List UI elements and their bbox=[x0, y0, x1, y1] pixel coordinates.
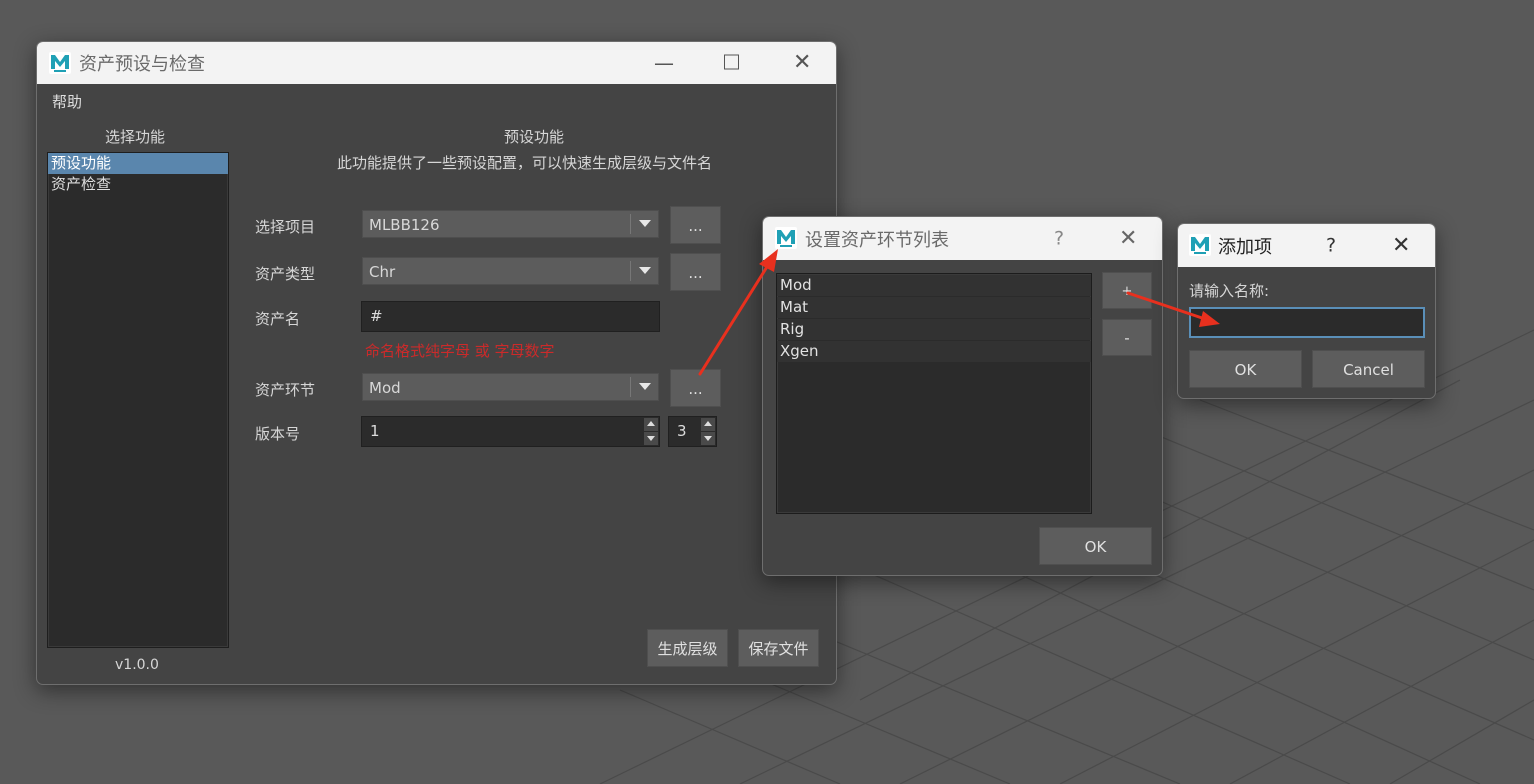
function-list-item-check[interactable]: 资产检查 bbox=[48, 174, 228, 195]
add-dialog-titlebar[interactable]: 添加项 ? ✕ bbox=[1178, 224, 1435, 267]
stage-list-item[interactable]: Xgen bbox=[777, 341, 1091, 362]
asset-stage-dropdown[interactable]: Mod bbox=[362, 373, 659, 401]
spin-down-icon[interactable] bbox=[644, 432, 658, 445]
close-icon[interactable]: ✕ bbox=[1392, 234, 1410, 257]
stage-ok-button[interactable]: OK bbox=[1039, 527, 1152, 565]
chevron-down-icon bbox=[630, 261, 658, 281]
stage-list-item[interactable]: Mod bbox=[777, 275, 1091, 296]
project-value: MLBB126 bbox=[369, 216, 440, 234]
maximize-icon[interactable] bbox=[724, 54, 739, 70]
sidebar-header: 选择功能 bbox=[105, 128, 166, 146]
stage-list-item[interactable]: Mat bbox=[777, 297, 1091, 318]
help-icon[interactable]: ? bbox=[1054, 229, 1064, 248]
add-item-dialog: 添加项 ? ✕ 请输入名称: OK Cancel bbox=[1177, 223, 1436, 399]
name-input[interactable] bbox=[1189, 307, 1425, 338]
asset-stage-label: 资产环节 bbox=[255, 381, 316, 399]
maya-logo-icon bbox=[775, 227, 797, 249]
project-more-button[interactable]: ... bbox=[670, 206, 721, 244]
stage-dialog-title: 设置资产环节列表 bbox=[805, 229, 949, 251]
asset-type-dropdown[interactable]: Chr bbox=[362, 257, 659, 285]
project-label: 选择项目 bbox=[255, 218, 316, 236]
close-icon[interactable]: ✕ bbox=[1119, 227, 1137, 250]
add-ok-button[interactable]: OK bbox=[1189, 350, 1302, 388]
stage-list-item[interactable]: Rig bbox=[777, 319, 1091, 340]
spin-down-icon[interactable] bbox=[701, 432, 715, 445]
version-number-label: 版本号 bbox=[255, 425, 301, 443]
panel-title: 预设功能 bbox=[504, 128, 565, 146]
add-dialog-title: 添加项 bbox=[1218, 236, 1272, 258]
version-major-stepper[interactable] bbox=[643, 417, 659, 446]
asset-stage-value: Mod bbox=[369, 379, 401, 397]
stage-list[interactable]: Mod Mat Rig Xgen bbox=[776, 273, 1092, 514]
asset-name-hint: 命名格式纯字母 或 字母数字 bbox=[365, 342, 555, 360]
spin-up-icon[interactable] bbox=[644, 418, 658, 431]
function-list[interactable]: 预设功能 资产检查 bbox=[47, 152, 229, 648]
version-major-value: 1 bbox=[370, 422, 380, 440]
window-title: 资产预设与检查 bbox=[79, 54, 205, 75]
maya-logo-icon bbox=[49, 52, 71, 74]
remove-stage-button[interactable]: - bbox=[1102, 319, 1152, 356]
name-prompt-label: 请输入名称: bbox=[1189, 282, 1270, 300]
main-window: 资产预设与检查 — ✕ 帮助 选择功能 预设功能 资产检查 v1.0.0 预设功… bbox=[36, 41, 837, 685]
panel-description: 此功能提供了一些预设配置，可以快速生成层级与文件名 bbox=[337, 154, 713, 172]
version-major-spinbox[interactable]: 1 bbox=[361, 416, 660, 447]
stage-dialog-titlebar[interactable]: 设置资产环节列表 ? ✕ bbox=[763, 217, 1162, 260]
asset-name-label: 资产名 bbox=[255, 310, 301, 328]
menu-help[interactable]: 帮助 bbox=[52, 91, 82, 112]
spin-up-icon[interactable] bbox=[701, 418, 715, 431]
version-minor-stepper[interactable] bbox=[700, 417, 716, 446]
chevron-down-icon bbox=[630, 214, 658, 234]
asset-type-label: 资产类型 bbox=[255, 265, 316, 283]
main-window-titlebar[interactable]: 资产预设与检查 — ✕ bbox=[37, 42, 836, 84]
add-stage-button[interactable]: + bbox=[1102, 272, 1152, 309]
asset-stage-more-button[interactable]: ... bbox=[670, 369, 721, 407]
generate-hierarchy-button[interactable]: 生成层级 bbox=[647, 629, 728, 667]
asset-type-value: Chr bbox=[369, 263, 396, 281]
help-icon[interactable]: ? bbox=[1326, 236, 1336, 255]
project-dropdown[interactable]: MLBB126 bbox=[362, 210, 659, 238]
maya-logo-icon bbox=[1189, 234, 1211, 256]
close-icon[interactable]: ✕ bbox=[793, 52, 811, 74]
asset-type-more-button[interactable]: ... bbox=[670, 253, 721, 291]
asset-name-input[interactable]: # bbox=[361, 301, 660, 332]
add-cancel-button[interactable]: Cancel bbox=[1312, 350, 1425, 388]
stage-list-dialog: 设置资产环节列表 ? ✕ Mod Mat Rig Xgen + - OK bbox=[762, 216, 1163, 576]
function-list-item-preset[interactable]: 预设功能 bbox=[48, 153, 228, 174]
version-minor-spinbox[interactable]: 3 bbox=[668, 416, 717, 447]
version-label: v1.0.0 bbox=[115, 657, 159, 673]
chevron-down-icon bbox=[630, 377, 658, 397]
version-minor-value: 3 bbox=[677, 422, 687, 440]
save-file-button[interactable]: 保存文件 bbox=[738, 629, 819, 667]
minimize-icon[interactable]: — bbox=[654, 53, 674, 73]
